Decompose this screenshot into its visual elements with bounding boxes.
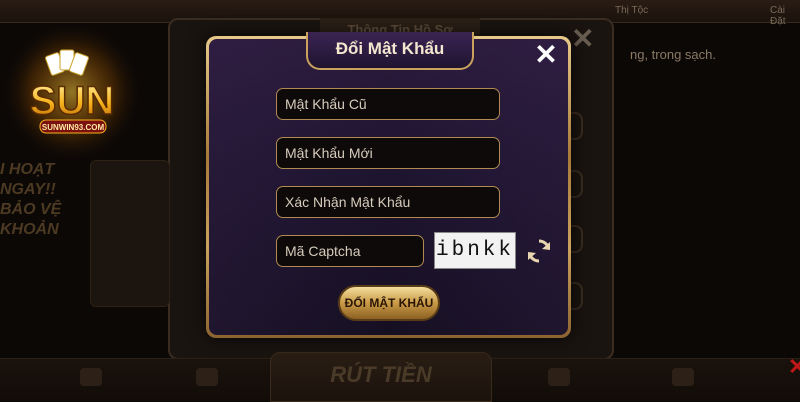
side-promo-line: NGAY!!: [0, 181, 56, 198]
chat-icon[interactable]: [672, 368, 694, 386]
phone-icon[interactable]: [548, 368, 570, 386]
withdraw-button[interactable]: RÚT TIỀN: [270, 352, 492, 402]
close-icon: ✕: [534, 39, 558, 70]
logo-domain: SUNWIN93.COM: [42, 123, 105, 132]
topbar-item-settings[interactable]: Cài Đặt: [770, 5, 800, 27]
sunwin-logo[interactable]: SUN SUNWIN93.COM: [0, 18, 150, 168]
new-password-input[interactable]: [276, 137, 500, 169]
side-promo-line: KHOẢN: [0, 221, 59, 238]
old-password-input[interactable]: [276, 88, 500, 120]
side-promo[interactable]: I HOẠT NGAY!! BẢO VỆ KHOẢN: [0, 160, 92, 310]
captcha-input[interactable]: [276, 235, 424, 267]
notice-text: ng, trong sạch.: [630, 47, 716, 62]
captcha-text: ibnkk: [435, 239, 514, 262]
logo-brand: SUN: [30, 79, 114, 123]
confirm-password-input[interactable]: [276, 186, 500, 218]
wallet-icon[interactable]: [196, 368, 218, 386]
dialog-title: Đổi Mật Khẩu: [335, 39, 445, 58]
change-password-dialog: Đổi Mật Khẩu ✕ ibnkk ĐỔI MẬT KHẨU: [206, 32, 571, 338]
gift-icon[interactable]: [80, 368, 102, 386]
captcha-image: ibnkk: [434, 232, 516, 269]
close-button[interactable]: ✕: [531, 40, 561, 70]
side-promo-line: BẢO VỆ: [0, 201, 62, 218]
change-password-submit-button[interactable]: ĐỔI MẬT KHẨU: [338, 285, 440, 321]
dialog-title-tab: Đổi Mật Khẩu: [306, 32, 474, 70]
profile-panel-close-icon[interactable]: ✕: [571, 22, 594, 55]
game-card[interactable]: [90, 160, 170, 307]
refresh-icon[interactable]: [526, 238, 552, 264]
close-icon[interactable]: ✕: [788, 354, 800, 380]
topbar-item-clan[interactable]: Thị Tộc: [615, 5, 648, 16]
